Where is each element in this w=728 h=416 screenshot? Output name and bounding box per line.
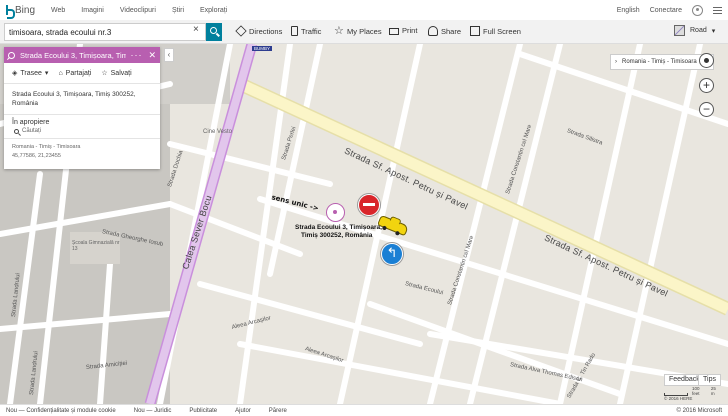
collapse-panel-button[interactable]: ‹ — [164, 48, 174, 62]
share-location-icon: ⌂ — [58, 69, 63, 77]
footer-copyright: © 2016 Microsoft — [676, 407, 722, 414]
poi-label-school: Școala Gimnazială nr 13 — [72, 240, 120, 252]
panel-header: Strada Ecoului 3, Timișoara, Tim... ··· … — [4, 47, 160, 63]
language-link[interactable]: English — [617, 7, 640, 14]
location-pin-icon[interactable] — [326, 203, 345, 222]
share-icon — [428, 26, 438, 36]
panel-address: Strada Ecoului 3, Timișoara, Timiș 30025… — [4, 84, 160, 115]
my-places-button[interactable]: ☆ My Places — [334, 25, 382, 37]
footer-link-advertising[interactable]: Publicitate — [189, 408, 217, 414]
search-icon — [210, 27, 217, 34]
panel-meta: Romania - Timiș - Timisoara 45,77586, 21… — [4, 139, 160, 165]
breadcrumb-chevron-icon: › — [615, 59, 617, 65]
footer-link-privacy[interactable]: Nou — Confidențialitate și module cookie — [6, 408, 116, 414]
routes-icon: ◈ — [12, 70, 18, 77]
nearby-search-label: Căutați — [22, 128, 42, 134]
scale-bar: 100 feet 25 m © 2016 HERE — [664, 386, 720, 401]
my-places-label: My Places — [347, 26, 382, 36]
map-toolbar: timisoara, strada ecoului nr.3 × Directi… — [0, 20, 728, 44]
search-input[interactable]: timisoara, strada ecoului nr.3 — [4, 23, 206, 41]
traffic-button[interactable]: Traffic — [291, 26, 321, 36]
directions-icon — [235, 25, 247, 37]
top-nav: Bing Web Imagini Videoclipuri Știri Expl… — [0, 0, 728, 20]
search-button[interactable] — [206, 23, 222, 41]
nearby-heading: În apropiere — [12, 119, 50, 126]
full-screen-label: Full Screen — [483, 26, 521, 36]
footer-link-feedback[interactable]: Părere — [269, 408, 287, 414]
nav-link-videos[interactable]: Videoclipuri — [120, 7, 156, 14]
chevron-down-icon: ▾ — [711, 27, 716, 35]
road-style-thumbnail-icon — [674, 25, 685, 36]
bing-logo-text: Bing — [15, 4, 36, 16]
hamburger-menu-icon[interactable] — [713, 6, 722, 14]
traffic-icon — [291, 26, 298, 36]
save-location-label: Salvați — [110, 69, 132, 77]
print-icon — [389, 28, 399, 35]
save-star-icon: ☆ — [101, 70, 108, 77]
breadcrumb-text: Romania - Timiș - Timisoara — [622, 59, 697, 65]
scale-feet: 100 feet — [691, 386, 700, 396]
no-entry-sign-icon — [358, 194, 380, 216]
share-location-label: Partajați — [65, 69, 92, 77]
clear-search-icon[interactable]: × — [193, 24, 199, 35]
nav-link-explore[interactable]: Explorați — [200, 7, 227, 14]
print-label: Print — [402, 26, 418, 35]
address-line2: România — [12, 100, 39, 107]
share-button[interactable]: Share — [428, 26, 461, 36]
more-options-icon[interactable]: ··· — [130, 50, 142, 60]
address-line1: Strada Ecoului 3, Timișoara, Timiș 30025… — [12, 91, 136, 98]
avatar-icon[interactable] — [692, 4, 703, 16]
region-text: Romania - Timiș - Timisoara — [12, 144, 81, 150]
map-copyright: © 2016 HERE — [664, 396, 693, 401]
directions-button[interactable]: Directions — [235, 25, 283, 37]
full-screen-button[interactable]: Full Screen — [470, 26, 521, 36]
nav-link-web[interactable]: Web — [51, 7, 65, 14]
locate-me-button[interactable] — [699, 53, 714, 68]
address-annotation-line2: Timiș 300252, România — [301, 232, 373, 239]
panel-title: Strada Ecoului 3, Timișoara, Tim... — [20, 50, 127, 60]
bing-logo[interactable]: Bing — [6, 4, 36, 19]
map-style-label: Road — [690, 27, 707, 34]
nearby-search-link[interactable]: Căutați — [4, 128, 160, 139]
zoom-out-button[interactable]: − — [699, 102, 714, 117]
panel-actions: ◈ Trasee ▾ ⌂ Partajați ☆ Salvați — [4, 63, 160, 84]
scale-meters: 25 m — [710, 386, 716, 396]
address-annotation-line1: Strada Ecoului 3, Timișoara, — [295, 224, 382, 231]
directions-label: Directions — [249, 26, 283, 36]
footer: Nou — Confidențialitate și module cookie… — [0, 404, 728, 416]
boulevard-fill — [237, 79, 728, 314]
zoom-in-button[interactable]: + — [699, 78, 714, 93]
footer-link-help[interactable]: Ajutor — [235, 408, 251, 414]
share-location-button[interactable]: ⌂ Partajați — [58, 69, 91, 77]
bing-logo-icon — [6, 4, 15, 19]
nav-link-news[interactable]: Știri — [172, 7, 184, 14]
routes-button[interactable]: ◈ Trasee ▾ — [12, 69, 49, 78]
tips-button[interactable]: Tips — [698, 374, 721, 386]
save-location-button[interactable]: ☆ Salvați — [101, 69, 132, 78]
location-panel: Strada Ecoului 3, Timișoara, Tim... ··· … — [4, 47, 160, 169]
close-icon[interactable]: ✕ — [148, 50, 156, 61]
map-style-dropdown[interactable]: Road ▾ — [674, 25, 715, 36]
routes-label: Trasee — [20, 69, 42, 77]
search-pin-icon — [8, 51, 15, 59]
coordinates-text: 45,77586, 21,23455 — [12, 153, 61, 159]
signin-link[interactable]: Conectare — [650, 7, 682, 14]
top-right-links: English Conectare — [617, 4, 722, 16]
poi-label-tram: BUMBY — [252, 46, 273, 51]
full-screen-icon — [470, 26, 480, 36]
nearby-search-icon — [14, 128, 19, 134]
address-annotation: Strada Ecoului 3, Timișoara, Timiș 30025… — [295, 224, 382, 240]
share-label: Share — [441, 26, 462, 36]
nav-link-images[interactable]: Imagini — [81, 7, 104, 14]
turn-left-sign-icon: ↰ — [381, 243, 403, 265]
poi-label-cinema: Cine Vesto — [203, 129, 233, 135]
routes-chevron-icon: ▾ — [44, 70, 49, 77]
footer-link-legal[interactable]: Nou — Juridic — [134, 408, 172, 414]
traffic-label: Traffic — [301, 26, 322, 36]
star-icon: ☆ — [334, 25, 344, 37]
print-button[interactable]: Print — [389, 26, 417, 35]
